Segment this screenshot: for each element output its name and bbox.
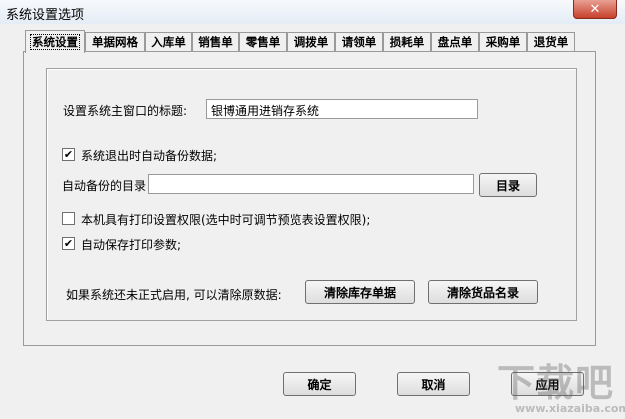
browse-dir-button[interactable]: 目录: [479, 173, 537, 197]
auto-backup-label: 系统退出时自动备份数据;: [81, 149, 218, 163]
tab-retail[interactable]: 零售单: [239, 32, 287, 51]
tab-inventory-count[interactable]: 盘点单: [431, 32, 479, 51]
ok-button[interactable]: 确定: [283, 372, 356, 396]
tab-requisition[interactable]: 请领单: [335, 32, 383, 51]
check-icon: ✔: [63, 237, 74, 250]
backup-dir-input[interactable]: [148, 174, 474, 194]
tab-transfer[interactable]: 调拨单: [287, 32, 335, 51]
clear-data-prompt: 如果系统还未正式启用, 可以清除原数据:: [66, 288, 282, 302]
print-permission-checkbox[interactable]: [62, 212, 75, 225]
clear-goods-list-button[interactable]: 清除货品名录: [428, 280, 538, 304]
title-bar: 系统设置选项 ✕: [0, 0, 625, 24]
check-icon: ✔: [63, 148, 74, 161]
print-permission-label: 本机具有打印设置权限(选中时可调节预览表设置权限);: [81, 213, 371, 227]
close-icon: ✕: [589, 1, 601, 17]
tab-loss[interactable]: 损耗单: [383, 32, 431, 51]
tab-sales[interactable]: 销售单: [192, 32, 239, 51]
auto-save-print-label: 自动保存打印参数;: [81, 238, 182, 252]
watermark: 下载吧 www.xiazaiba.com: [495, 352, 625, 418]
close-button[interactable]: ✕: [573, 0, 617, 19]
tab-stock-in[interactable]: 入库单: [145, 32, 192, 51]
tab-document-grid[interactable]: 单据网格: [85, 32, 145, 51]
window-title-label: 设置系统主窗口的标题:: [63, 104, 188, 118]
tab-purchase[interactable]: 采购单: [479, 32, 527, 51]
window-title: 系统设置选项: [6, 8, 85, 23]
auto-save-print-checkbox[interactable]: ✔: [62, 237, 75, 250]
auto-backup-checkbox[interactable]: ✔: [62, 148, 75, 161]
tab-system-settings[interactable]: 系统设置: [25, 30, 85, 53]
clear-stock-documents-button[interactable]: 清除库存单据: [305, 280, 415, 304]
cancel-button[interactable]: 取消: [397, 372, 470, 396]
backup-dir-label: 自动备份的目录: [62, 179, 147, 193]
watermark-logo: 下载吧: [497, 361, 615, 405]
window-title-input[interactable]: 银博通用进销存系统: [206, 99, 478, 119]
tab-return[interactable]: 退货单: [527, 32, 575, 51]
watermark-url: www.xiazaiba.com: [515, 402, 625, 415]
